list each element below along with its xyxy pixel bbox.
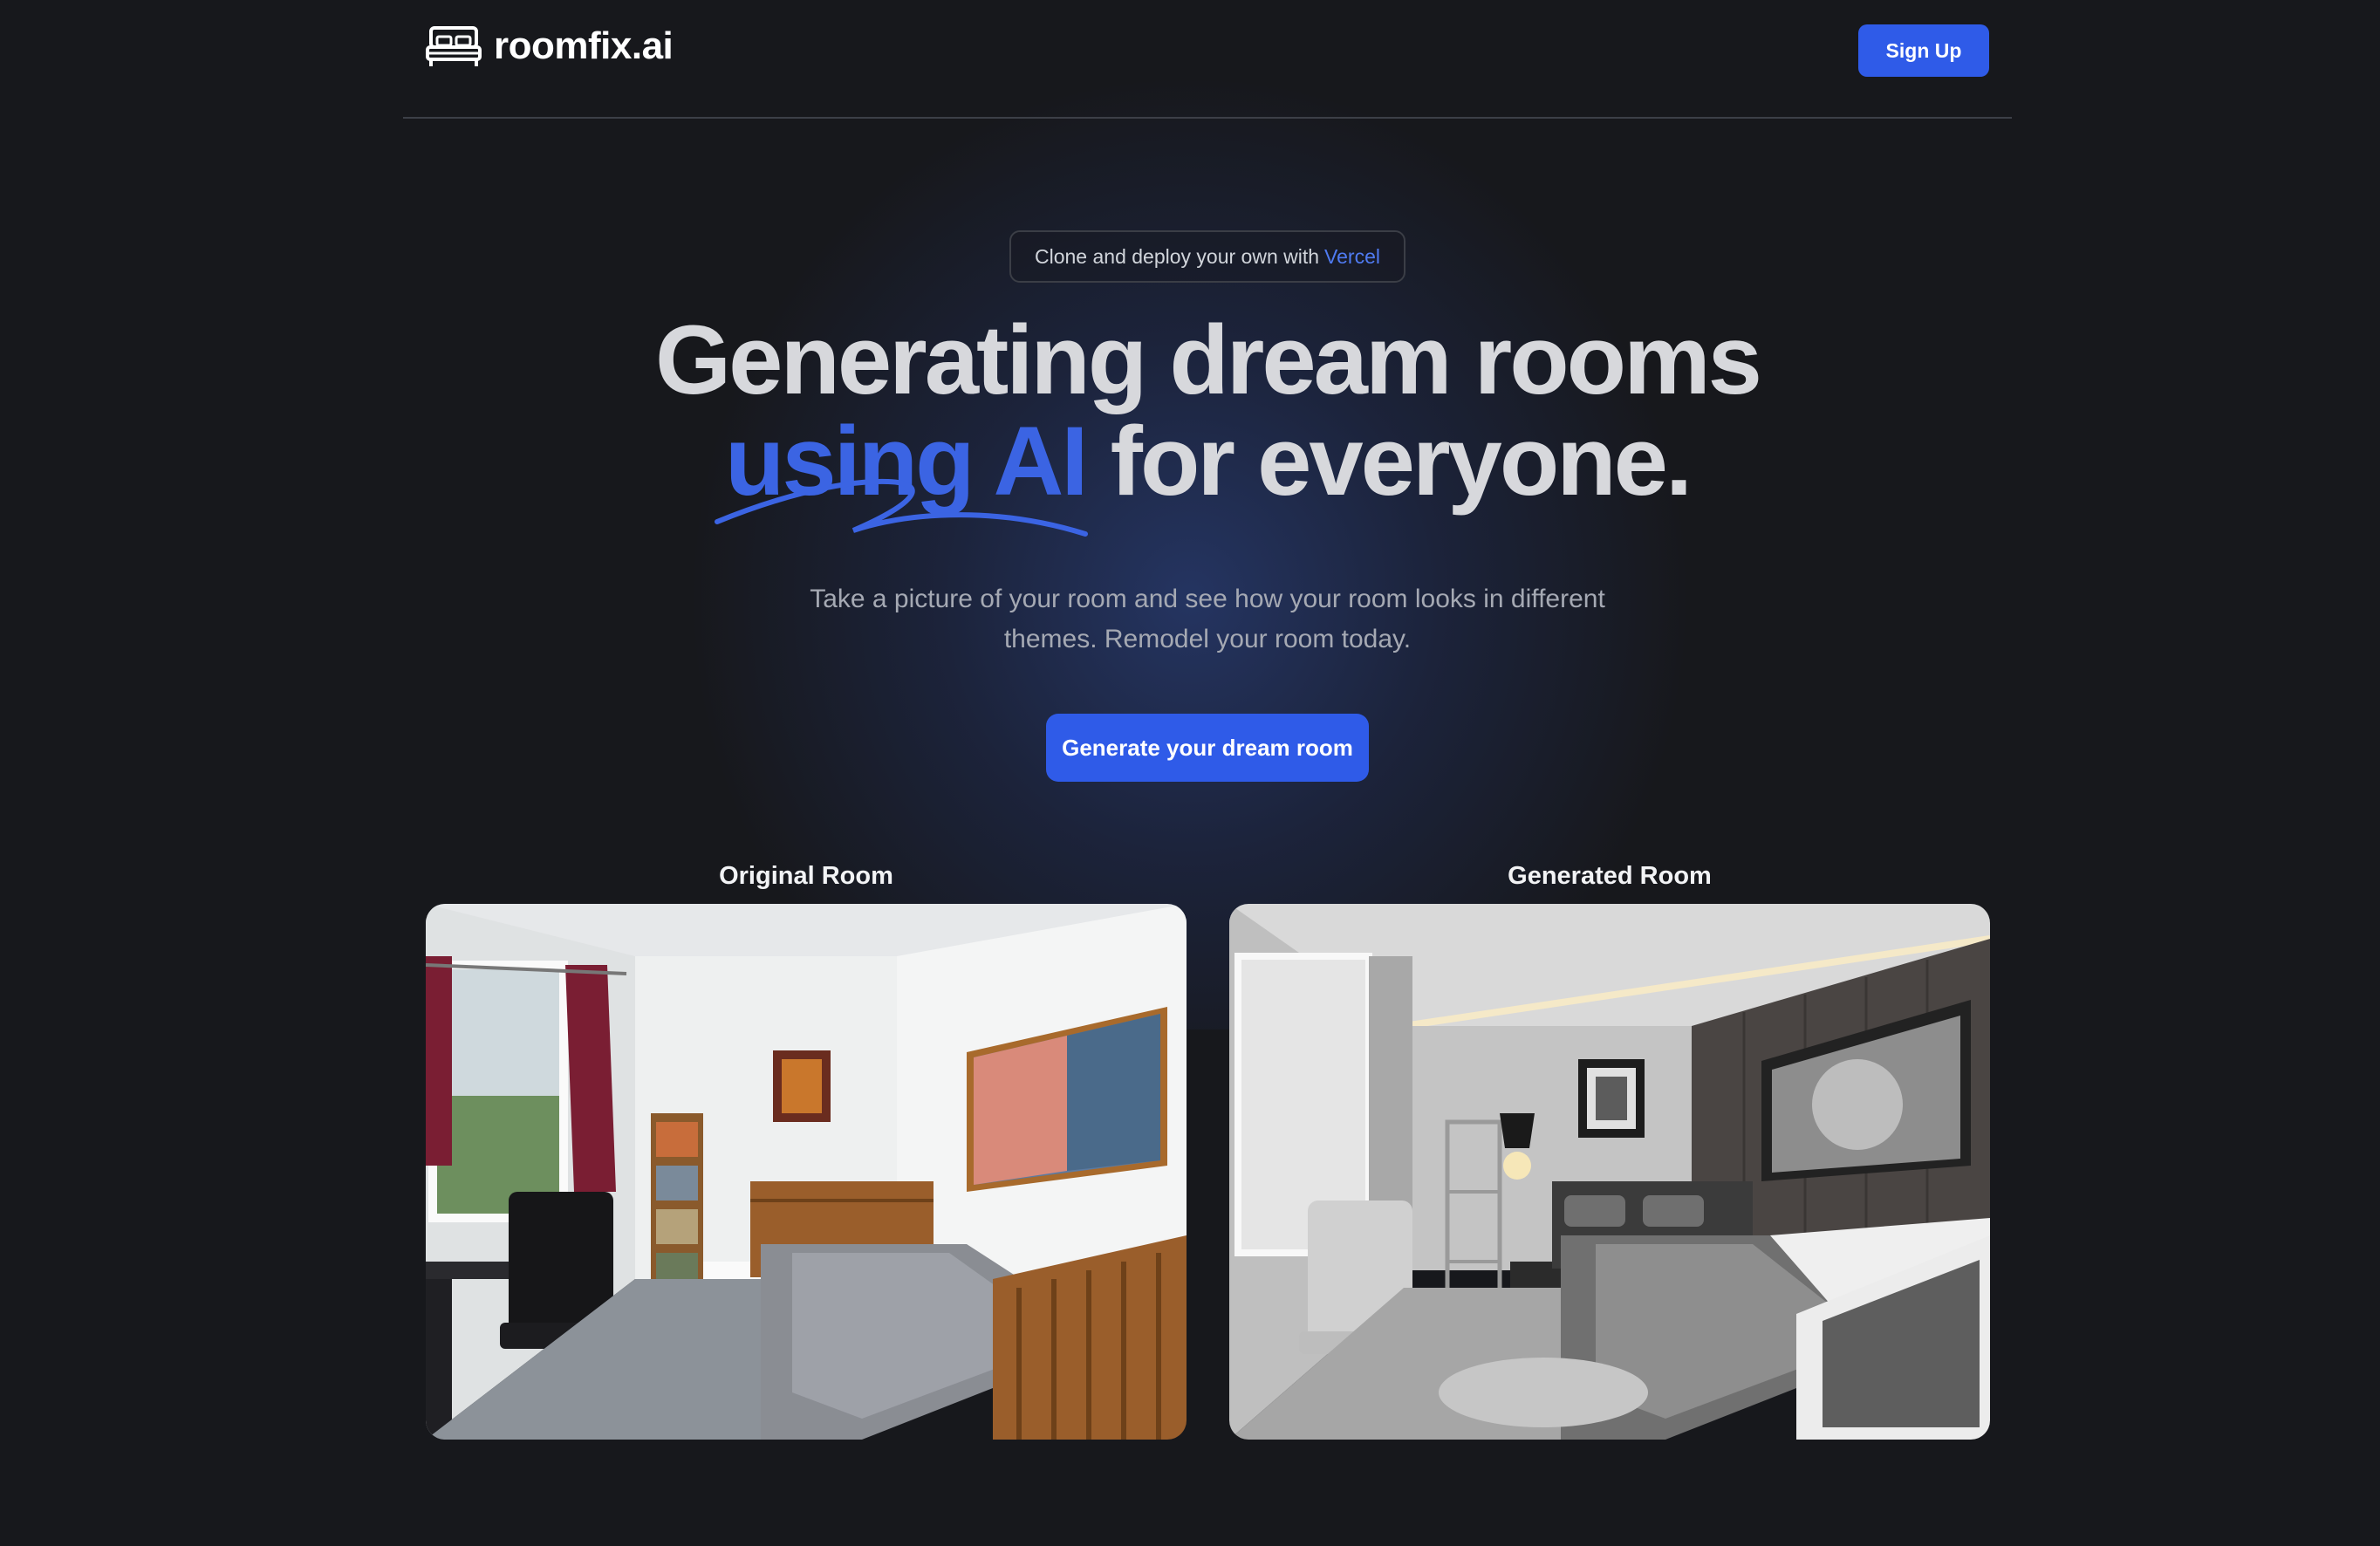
brand-logo[interactable]: roomfix.ai (426, 24, 674, 68)
hero-title: Generating dream rooms using AI for ever… (492, 310, 1923, 512)
sign-up-button[interactable]: Sign Up (1858, 24, 1989, 77)
site-header: roomfix.ai Sign Up (403, 0, 2012, 119)
hero-title-line1: Generating dream rooms (655, 305, 1762, 414)
bed-icon (426, 24, 482, 68)
original-room-label: Original Room (719, 862, 893, 890)
generated-room-image (1229, 904, 1990, 1440)
scribble-underline (715, 478, 1088, 537)
vercel-link[interactable]: Vercel (1324, 245, 1380, 269)
hero-title-rest: for everyone. (1085, 407, 1693, 516)
announcement-text: Clone and deploy your own with (1035, 244, 1320, 268)
original-room-image (426, 904, 1187, 1440)
generate-dream-room-button[interactable]: Generate your dream room (1046, 714, 1369, 782)
hero-subtitle: Take a picture of your room and see how … (810, 585, 1605, 653)
announcement-pill: Clone and deploy your own with Vercel (1009, 230, 1405, 283)
brand-name: roomfix.ai (494, 24, 674, 67)
generated-room-label: Generated Room (1508, 862, 1712, 890)
